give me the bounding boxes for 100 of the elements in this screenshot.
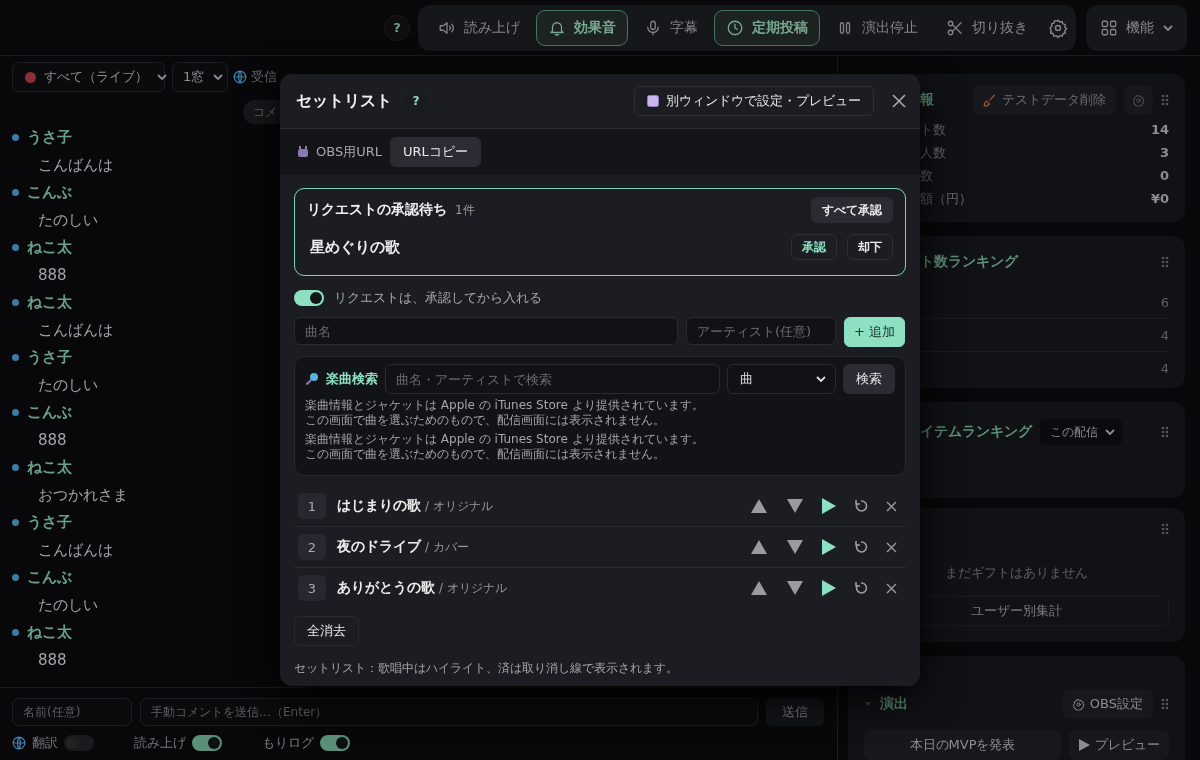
- chat-message: たのしい: [38, 209, 98, 231]
- user-dot-icon: [12, 244, 19, 252]
- remove-icon[interactable]: [886, 582, 897, 594]
- song-title-field[interactable]: 曲名: [294, 317, 678, 345]
- settings-icon: [1132, 93, 1145, 107]
- stat-label: 人数: [920, 143, 946, 162]
- play-icon[interactable]: [822, 580, 836, 596]
- user-name: うさ子: [27, 128, 72, 148]
- toolbar-button[interactable]: 字幕: [632, 9, 710, 46]
- song-number: 2: [298, 534, 326, 560]
- request-count: 1件: [455, 201, 475, 219]
- popout-button[interactable]: 別ウィンドウで設定・プレビュー: [634, 86, 874, 116]
- move-up-icon[interactable]: [750, 498, 768, 514]
- user-dot-icon: [12, 299, 19, 307]
- scope-select[interactable]: この配信: [1040, 419, 1122, 445]
- play-icon[interactable]: [822, 498, 836, 514]
- drag-handle-icon[interactable]: [1161, 94, 1169, 106]
- drag-handle-icon[interactable]: [1161, 256, 1169, 268]
- stat-value: 3: [1159, 145, 1169, 160]
- clock-icon: [726, 18, 744, 37]
- attribution-note: この画面で曲を選ぶためのもので、配信画面には表示されません。: [305, 413, 665, 428]
- grid-icon: [1099, 18, 1118, 37]
- user-dot-icon: [12, 354, 19, 362]
- toggle-switch[interactable]: [192, 735, 222, 751]
- reset-icon[interactable]: [854, 499, 868, 513]
- add-button[interactable]: + 追加: [844, 317, 905, 347]
- copy-url-button[interactable]: URLコピー: [389, 137, 481, 167]
- chat-message: こんばんは: [38, 319, 113, 341]
- globe-icon: [233, 70, 247, 84]
- artist-field[interactable]: アーティスト(任意): [686, 317, 836, 345]
- chat-message: 888: [38, 429, 67, 451]
- live-dot-icon: [25, 71, 36, 83]
- ranking-count: 4: [1160, 360, 1169, 376]
- remove-icon[interactable]: [886, 541, 897, 553]
- source-select[interactable]: すべて（ライブ）: [12, 62, 165, 92]
- user-dot-icon: [12, 464, 19, 472]
- toolbar-button[interactable]: 定期投稿: [714, 9, 820, 46]
- search-type-select[interactable]: 曲: [726, 364, 836, 394]
- move-down-icon[interactable]: [786, 580, 804, 596]
- attribution-note: 楽曲情報とジャケットは Apple の iTunes Store より提供されています。: [305, 432, 704, 447]
- approve-all-button[interactable]: すべて承認: [811, 197, 893, 223]
- ranking-count: 4: [1160, 327, 1169, 343]
- toggle-switch[interactable]: [294, 290, 324, 306]
- drag-handle-icon[interactable]: [1161, 426, 1169, 438]
- approve-button[interactable]: 承認: [791, 234, 837, 260]
- user-dot-icon: [12, 629, 19, 637]
- name-field[interactable]: 名前(任意): [12, 698, 132, 726]
- help-button[interactable]: ?: [384, 14, 410, 41]
- globe-icon: [12, 736, 26, 750]
- settings-icon[interactable]: [1048, 17, 1068, 38]
- toolbar-button[interactable]: 効果音: [536, 9, 628, 46]
- help-button[interactable]: ?: [404, 89, 428, 113]
- toggle-switch[interactable]: [64, 735, 94, 751]
- stat-value: 0: [1159, 168, 1169, 183]
- reset-icon[interactable]: [854, 540, 868, 554]
- toolbar-button[interactable]: 演出停止: [824, 9, 930, 46]
- features-menu-button[interactable]: 機能: [1087, 9, 1186, 46]
- request-title: 星めぐりの歌: [310, 237, 400, 257]
- obs-settings-button[interactable]: OBS設定: [1061, 689, 1153, 719]
- user-dot-icon: [12, 134, 19, 142]
- song-search-field[interactable]: 曲名・アーティストで検索: [385, 364, 720, 394]
- window-select[interactable]: 1窓: [172, 62, 228, 92]
- comment-field[interactable]: 手動コメントを送信…（Enter）: [140, 698, 758, 726]
- toolbar-button[interactable]: 読み上げ: [426, 9, 532, 46]
- move-down-icon[interactable]: [786, 539, 804, 555]
- remove-icon[interactable]: [886, 500, 897, 512]
- ranking-count: 6: [1160, 294, 1169, 310]
- drag-handle-icon[interactable]: [1161, 523, 1169, 535]
- user-name: ねこ太: [27, 293, 72, 313]
- move-up-icon[interactable]: [750, 580, 768, 596]
- preview-button[interactable]: プレビュー: [1069, 730, 1169, 760]
- move-up-icon[interactable]: [750, 539, 768, 555]
- empty-message: まだギフトはありません: [944, 564, 1089, 582]
- announce-mvp-button[interactable]: 本日のMVPを発表: [864, 730, 1061, 760]
- toggle-label: 翻訳: [32, 734, 58, 752]
- toggle-label: もりログ: [262, 734, 314, 752]
- card-title: イテムランキング: [920, 423, 1032, 441]
- chevron-down-icon: [212, 71, 225, 83]
- user-name: こんぶ: [27, 403, 72, 423]
- user-name: ねこ太: [27, 458, 72, 478]
- clear-all-button[interactable]: 全消去: [294, 616, 359, 646]
- reset-icon[interactable]: [854, 581, 868, 595]
- chat-message: 888: [38, 264, 67, 286]
- user-name: ねこ太: [27, 238, 72, 258]
- toggle-switch[interactable]: [320, 735, 350, 751]
- translate-label: 受信: [251, 68, 277, 86]
- settings-icon: [1071, 697, 1085, 711]
- card-title: 報: [920, 91, 934, 109]
- reject-button[interactable]: 却下: [847, 234, 893, 260]
- chevron-down-icon: [156, 71, 168, 83]
- user-dot-icon: [12, 189, 19, 197]
- magnifier-icon: [305, 372, 319, 386]
- move-down-icon[interactable]: [786, 498, 804, 514]
- play-icon[interactable]: [822, 539, 836, 555]
- toolbar-button[interactable]: 切り抜き: [934, 9, 1040, 46]
- search-button[interactable]: 検索: [843, 364, 895, 394]
- song-number: 3: [298, 575, 326, 601]
- clear-test-data-button[interactable]: テストデータ削除: [973, 85, 1116, 115]
- drag-handle-icon[interactable]: [1161, 698, 1169, 710]
- user-name: こんぶ: [27, 568, 72, 588]
